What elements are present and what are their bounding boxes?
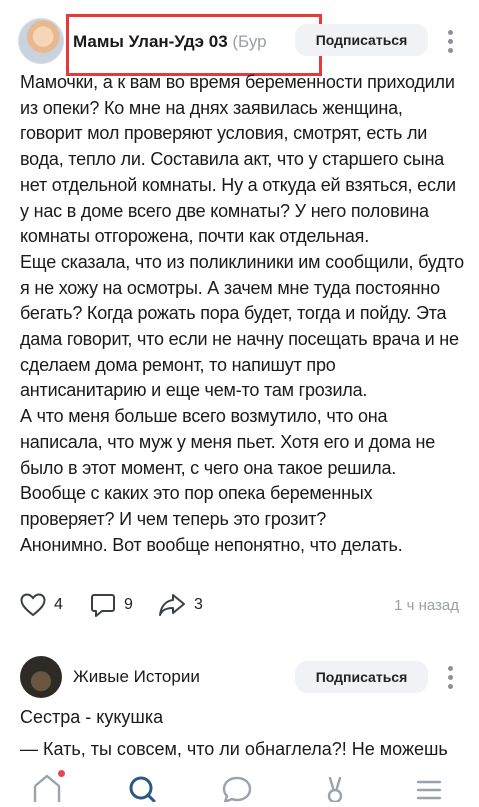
comment-icon (91, 594, 115, 617)
post-header: Мамы Улан-Удэ 03 (Бур Подписаться (0, 14, 479, 76)
share-button[interactable]: 3 (158, 590, 203, 620)
more-options-icon[interactable] (444, 666, 456, 692)
search-icon (129, 776, 156, 803)
comment-count: 9 (124, 596, 133, 613)
post-paragraph: Мамочки, а к вам во время беременности п… (20, 72, 456, 247)
subscribe-button[interactable]: Подписаться (295, 661, 428, 693)
red-highlight-box (66, 14, 322, 76)
tab-clips[interactable] (318, 772, 358, 804)
share-count: 3 (194, 596, 203, 613)
post-paragraph: Еще сказала, что из поликлиники им сообщ… (20, 251, 464, 401)
menu-icon (416, 780, 442, 800)
post-text-preview: — Кать, ты совсем, что ли обнаглела?! Не… (20, 739, 448, 759)
author-avatar[interactable] (18, 18, 64, 64)
post-actions: 4 9 3 1 ч назад (0, 590, 479, 620)
author-avatar[interactable] (20, 656, 62, 698)
comment-button[interactable]: 9 (90, 590, 133, 620)
heart-icon (20, 593, 46, 617)
more-options-icon[interactable] (444, 30, 456, 56)
tab-search[interactable] (126, 772, 166, 803)
post-timestamp: 1 ч назад (394, 597, 459, 614)
post-paragraph: А что меня больше всего возмутило, что о… (20, 406, 436, 529)
tab-messages[interactable] (220, 772, 260, 804)
like-count: 4 (54, 596, 63, 613)
notification-badge (58, 770, 65, 777)
tab-menu[interactable] (412, 772, 452, 800)
bottom-tab-bar (0, 766, 479, 804)
messages-icon (222, 776, 252, 804)
post-paragraph: Анонимно. Вот вообще непонятно, что дела… (20, 534, 403, 555)
like-button[interactable]: 4 (20, 590, 63, 620)
subscribe-button[interactable]: Подписаться (295, 24, 428, 56)
share-icon (159, 594, 185, 616)
tab-home[interactable] (30, 770, 70, 802)
clips-icon (327, 776, 343, 804)
post-text: Мамочки, а к вам во время беременности п… (20, 70, 465, 558)
author-name[interactable]: Живые Истории (73, 667, 200, 687)
post-title: Сестра - кукушка (20, 707, 164, 727)
